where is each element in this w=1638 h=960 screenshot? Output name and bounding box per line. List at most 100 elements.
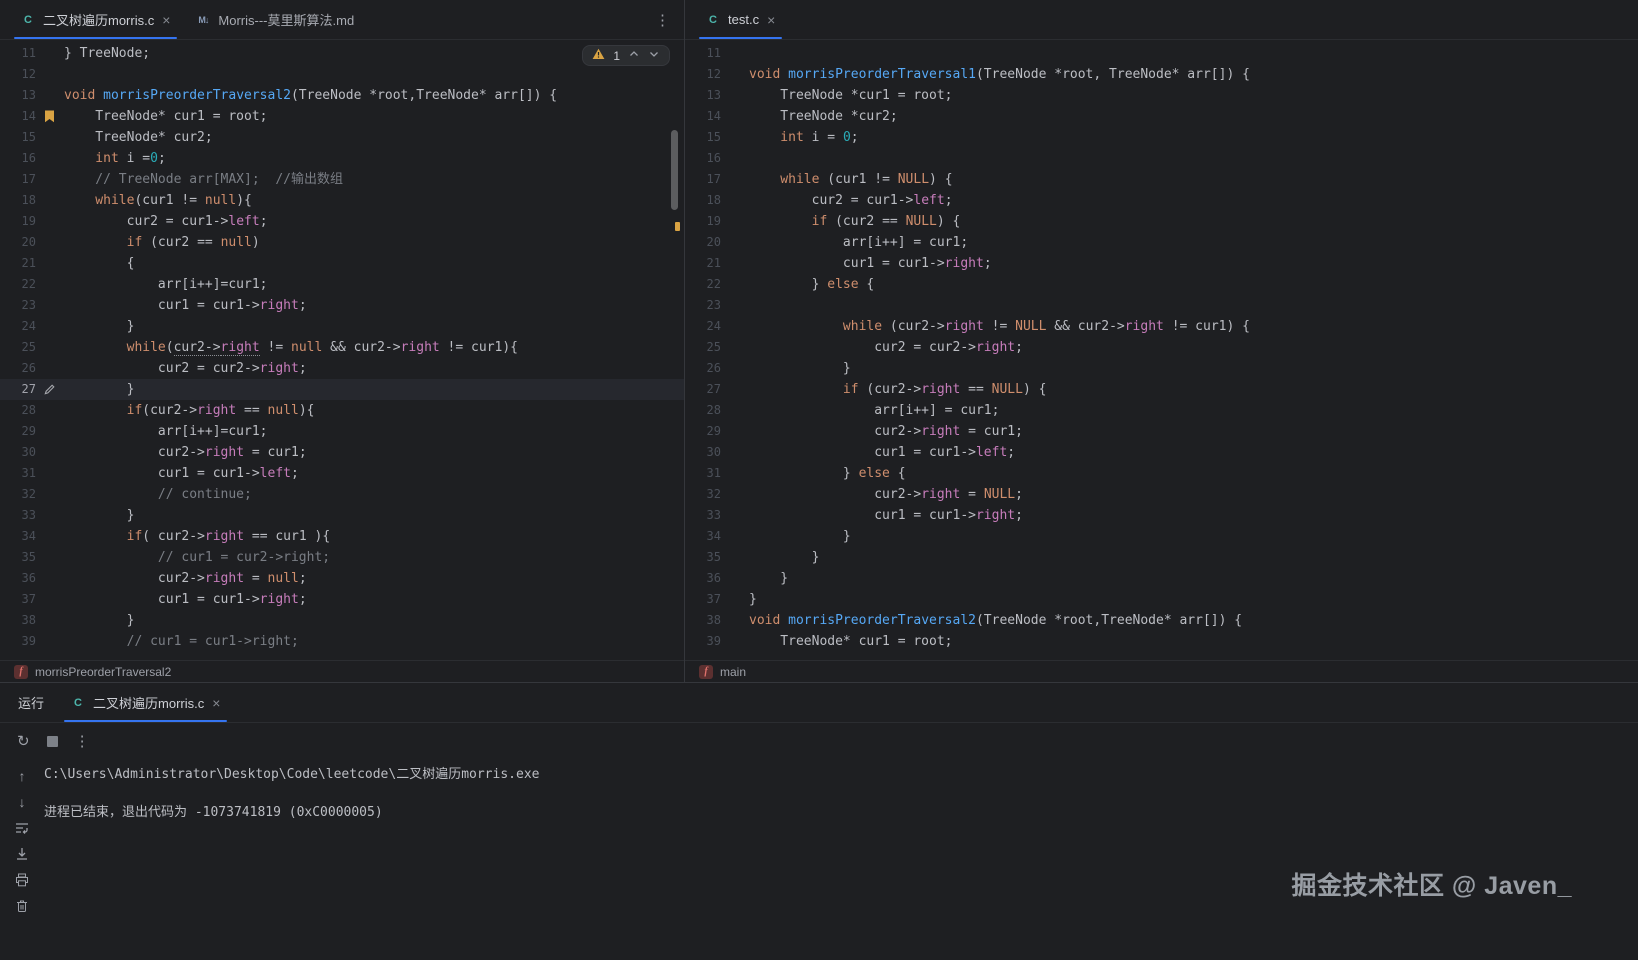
code-editor-right[interactable]: 1112void morrisPreorderTraversal1(TreeNo…: [685, 40, 1638, 660]
breadcrumb-function-name[interactable]: main: [720, 665, 746, 679]
code-line[interactable]: 20 arr[i++] = cur1;: [685, 232, 1638, 253]
line-number[interactable]: 20: [685, 232, 721, 253]
line-number[interactable]: 25: [0, 337, 36, 358]
line-number[interactable]: 27: [685, 379, 721, 400]
line-number[interactable]: 16: [0, 148, 36, 169]
code-line[interactable]: 23 cur1 = cur1->right;: [0, 295, 684, 316]
chevron-down-icon[interactable]: [648, 48, 660, 63]
code-line[interactable]: 37 cur1 = cur1->right;: [0, 589, 684, 610]
line-number[interactable]: 18: [0, 190, 36, 211]
code-line[interactable]: 23: [685, 295, 1638, 316]
inspection-widget[interactable]: 1: [582, 45, 670, 66]
code-line[interactable]: 30 cur1 = cur1->left;: [685, 442, 1638, 463]
code-line[interactable]: 14 TreeNode *cur2;: [685, 106, 1638, 127]
line-number[interactable]: 36: [685, 568, 721, 589]
line-number[interactable]: 31: [685, 463, 721, 484]
code-line[interactable]: 22 arr[i++]=cur1;: [0, 274, 684, 295]
clear-all-button[interactable]: [14, 897, 30, 914]
code-line[interactable]: 12: [0, 64, 684, 85]
code-line[interactable]: 35 }: [685, 547, 1638, 568]
line-number[interactable]: 26: [685, 358, 721, 379]
line-number[interactable]: 24: [0, 316, 36, 337]
line-number[interactable]: 25: [685, 337, 721, 358]
close-icon[interactable]: ×: [766, 13, 776, 27]
warning-stripe-mark[interactable]: [675, 222, 680, 231]
run-console[interactable]: C:\Users\Administrator\Desktop\Code\leet…: [44, 759, 539, 960]
line-number[interactable]: 35: [0, 547, 36, 568]
code-line[interactable]: 31 } else {: [685, 463, 1638, 484]
stop-button[interactable]: [47, 736, 58, 747]
code-line[interactable]: 15 int i = 0;: [685, 127, 1638, 148]
code-line[interactable]: 28 if(cur2->right == null){: [0, 400, 684, 421]
code-line[interactable]: 24 while (cur2->right != NULL && cur2->r…: [685, 316, 1638, 337]
code-line[interactable]: 15 TreeNode* cur2;: [0, 127, 684, 148]
scroll-to-end-button[interactable]: [14, 845, 30, 862]
line-number[interactable]: 37: [685, 589, 721, 610]
line-number[interactable]: 27: [0, 379, 36, 400]
code-line[interactable]: 34 }: [685, 526, 1638, 547]
line-number[interactable]: 30: [685, 442, 721, 463]
line-number[interactable]: 36: [0, 568, 36, 589]
code-line[interactable]: 29 arr[i++]=cur1;: [0, 421, 684, 442]
breadcrumb-function-name[interactable]: morrisPreorderTraversal2: [35, 665, 171, 679]
line-number[interactable]: 13: [685, 85, 721, 106]
line-number[interactable]: 14: [0, 106, 36, 127]
code-line[interactable]: 13 TreeNode *cur1 = root;: [685, 85, 1638, 106]
line-number[interactable]: 26: [0, 358, 36, 379]
line-number[interactable]: 18: [685, 190, 721, 211]
close-icon[interactable]: ×: [161, 13, 171, 27]
line-number[interactable]: 30: [0, 442, 36, 463]
line-number[interactable]: 15: [685, 127, 721, 148]
line-number[interactable]: 29: [0, 421, 36, 442]
tab-test-c[interactable]: C test.c ×: [693, 0, 788, 39]
bookmark-icon[interactable]: [36, 106, 62, 127]
line-number[interactable]: 14: [685, 106, 721, 127]
chevron-up-icon[interactable]: [628, 48, 640, 63]
line-number[interactable]: 13: [0, 85, 36, 106]
up-arrow-button[interactable]: ↑: [19, 767, 26, 784]
code-line[interactable]: 30 cur2->right = cur1;: [0, 442, 684, 463]
code-line[interactable]: 24 }: [0, 316, 684, 337]
line-number[interactable]: 15: [0, 127, 36, 148]
line-number[interactable]: 39: [0, 631, 36, 652]
line-number[interactable]: 34: [685, 526, 721, 547]
code-line[interactable]: 16: [685, 148, 1638, 169]
code-line[interactable]: 25 cur2 = cur2->right;: [685, 337, 1638, 358]
code-line[interactable]: 22 } else {: [685, 274, 1638, 295]
code-line[interactable]: 17 // TreeNode arr[MAX]; //输出数组: [0, 169, 684, 190]
code-line[interactable]: 26 cur2 = cur2->right;: [0, 358, 684, 379]
code-line[interactable]: 34 if( cur2->right == cur1 ){: [0, 526, 684, 547]
run-tab-morris-c[interactable]: C 二叉树遍历morris.c ×: [58, 683, 233, 722]
line-number[interactable]: 31: [0, 463, 36, 484]
code-line[interactable]: 31 cur1 = cur1->left;: [0, 463, 684, 484]
line-number[interactable]: 12: [0, 64, 36, 85]
print-button[interactable]: [14, 871, 30, 888]
code-line[interactable]: 36 }: [685, 568, 1638, 589]
code-line[interactable]: 35 // cur1 = cur2->right;: [0, 547, 684, 568]
code-line[interactable]: 39 // cur1 = cur1->right;: [0, 631, 684, 652]
code-line[interactable]: 33 cur1 = cur1->right;: [685, 505, 1638, 526]
soft-wrap-button[interactable]: [14, 819, 30, 836]
code-line[interactable]: 37}: [685, 589, 1638, 610]
code-line[interactable]: 28 arr[i++] = cur1;: [685, 400, 1638, 421]
line-number[interactable]: 22: [685, 274, 721, 295]
line-number[interactable]: 24: [685, 316, 721, 337]
line-number[interactable]: 19: [0, 211, 36, 232]
code-line[interactable]: 29 cur2->right = cur1;: [685, 421, 1638, 442]
code-line[interactable]: 32 // continue;: [0, 484, 684, 505]
code-line[interactable]: 16 int i =0;: [0, 148, 684, 169]
line-number[interactable]: 34: [0, 526, 36, 547]
line-number[interactable]: 12: [685, 64, 721, 85]
line-number[interactable]: 28: [0, 400, 36, 421]
code-line[interactable]: 21 {: [0, 253, 684, 274]
code-line[interactable]: 26 }: [685, 358, 1638, 379]
line-number[interactable]: 22: [0, 274, 36, 295]
line-number[interactable]: 38: [685, 610, 721, 631]
line-number[interactable]: 21: [685, 253, 721, 274]
line-number[interactable]: 23: [685, 295, 721, 316]
rerun-button[interactable]: ↻: [17, 732, 30, 750]
line-number[interactable]: 35: [685, 547, 721, 568]
line-number[interactable]: 39: [685, 631, 721, 652]
line-number[interactable]: 32: [0, 484, 36, 505]
line-number[interactable]: 38: [0, 610, 36, 631]
